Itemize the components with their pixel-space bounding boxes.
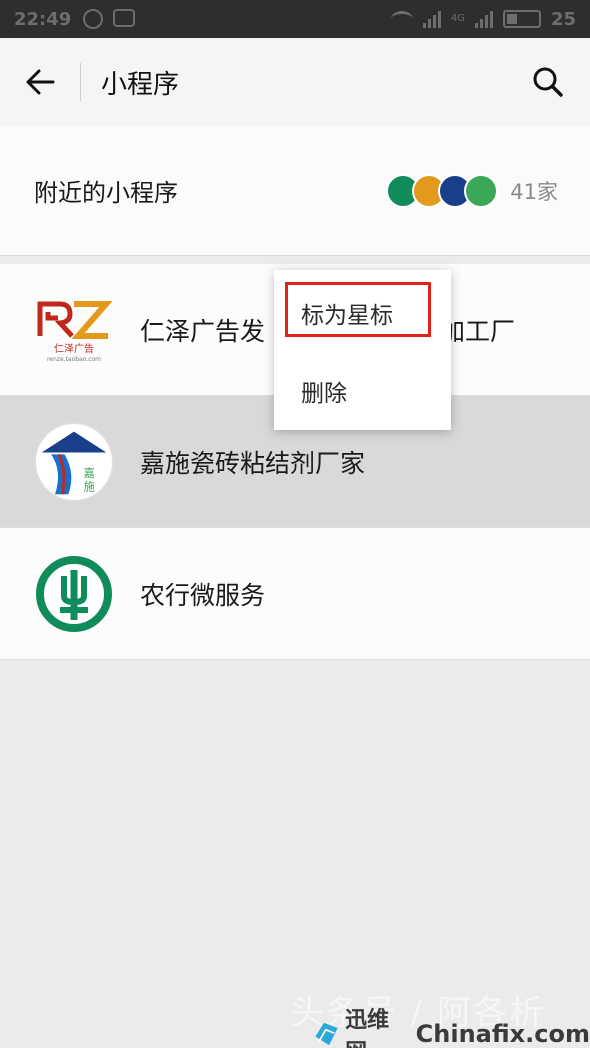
jiashi-logo-icon: 嘉 施 [34, 421, 114, 502]
context-menu: 标为星标 删除 [274, 270, 451, 430]
list-item-label: 农行微服务 [140, 580, 266, 610]
arrow-left-icon [26, 69, 55, 95]
notification-icon [83, 9, 104, 29]
list-item-label: 仁泽广告发 [140, 316, 266, 346]
green-mini-logo [464, 173, 499, 208]
abc-logo-icon [34, 554, 114, 634]
watermark-brand-name: 迅维网 [345, 1008, 390, 1048]
nearby-label: 附近的小程序 [34, 179, 178, 207]
nearby-logos: 41家 [386, 173, 558, 208]
svg-text:施: 施 [84, 479, 95, 493]
wifi-icon [390, 11, 413, 27]
list-item-label: 嘉施瓷砖粘结剂厂家 [140, 448, 366, 478]
nearby-count: 41家 [510, 179, 558, 204]
image-notification-icon [113, 9, 136, 27]
svg-text:嘉: 嘉 [84, 466, 95, 480]
status-bar: 22:49 4G 25 [0, 0, 590, 38]
renze-logo-subtitle: 仁泽广告 [54, 343, 94, 355]
watermark-site: Chinafix.com [415, 1020, 590, 1048]
search-icon [533, 67, 563, 97]
battery-level: 25 [550, 8, 576, 30]
renze-logo-url: renze.taobao.com [46, 355, 102, 363]
signal-icon-2 [474, 10, 493, 28]
back-button[interactable] [0, 38, 80, 126]
list-item-abc[interactable]: 农行微服务 [0, 528, 590, 660]
watermark-brand: 迅维网 Chinafix.com [312, 1002, 590, 1048]
app-header: 小程序 [0, 38, 590, 126]
delete-menu-item[interactable]: 删除 [274, 356, 451, 426]
signal-icon [422, 10, 441, 28]
nearby-mini-programs[interactable]: 附近的小程序 41家 [0, 126, 590, 256]
list-item-label-tail: 加工厂 [440, 316, 516, 346]
highlight-annotation-box [285, 282, 431, 337]
network-type-label: 4G [450, 12, 465, 24]
header-divider [80, 63, 81, 101]
brand-logo-icon [315, 1022, 338, 1046]
page-title: 小程序 [101, 69, 180, 100]
renze-logo-icon: 仁泽广告 renze.taobao.com [34, 290, 114, 370]
status-time: 22:49 [14, 8, 72, 30]
battery-icon [502, 10, 541, 28]
search-button[interactable] [524, 58, 572, 106]
